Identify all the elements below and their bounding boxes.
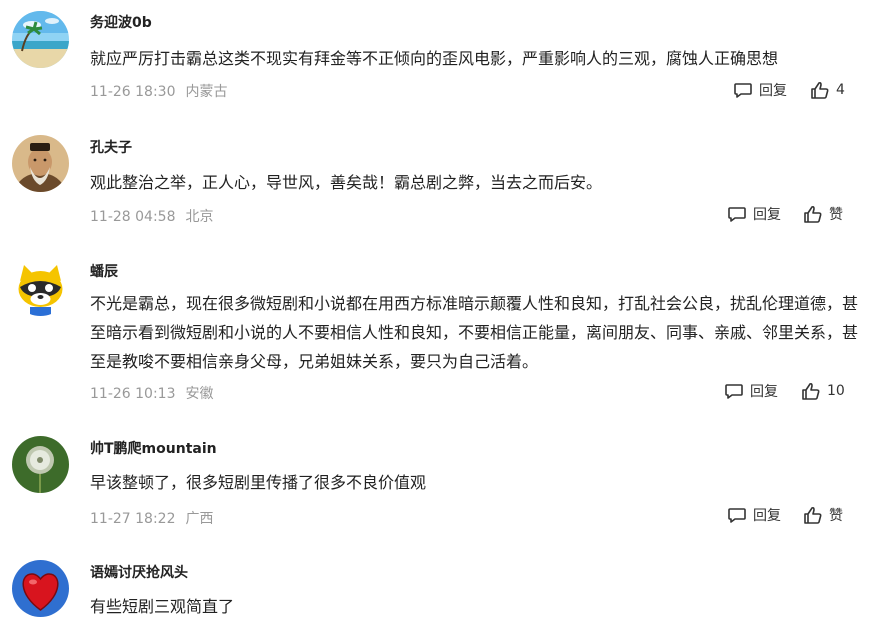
avatar[interactable] xyxy=(12,436,69,493)
comment-time: 11-26 10:13 xyxy=(90,386,176,402)
comment-location: 广西 xyxy=(185,511,214,527)
reply-label: 回复 xyxy=(759,83,787,99)
comment-bubble-icon xyxy=(725,384,743,399)
like-button[interactable]: 赞 xyxy=(803,505,843,525)
comment-time: 11-28 04:58 xyxy=(90,209,176,225)
confucius-avatar-icon xyxy=(12,135,69,192)
thumbs-up-icon xyxy=(802,382,820,400)
like-count: 10 xyxy=(827,383,845,399)
comment-bubble-icon xyxy=(728,207,746,222)
comment-location: 内蒙古 xyxy=(185,84,228,100)
reply-label: 回复 xyxy=(753,207,781,223)
username[interactable]: 语嫣讨厌抢风头 xyxy=(90,562,188,582)
username[interactable]: 孔夫子 xyxy=(90,137,132,157)
thumbs-up-icon xyxy=(804,205,822,223)
raccoon-avatar-icon xyxy=(12,259,69,316)
like-button[interactable]: 10 xyxy=(801,381,845,401)
like-label: 赞 xyxy=(829,508,843,524)
comment-time: 11-27 18:22 xyxy=(90,511,176,527)
comment-location: 安徽 xyxy=(185,386,214,402)
comment-bubble-icon xyxy=(728,508,746,523)
dandelion-avatar-icon xyxy=(12,436,69,493)
comment-text: 就应严厉打击霸总这类不现实有拜金等不正倾向的歪风电影，严重影响人的三观，腐蚀人正… xyxy=(90,49,779,68)
username[interactable]: 帅T鹏爬mountain xyxy=(90,438,217,458)
comment-text: 有些短剧三观简直了 xyxy=(90,597,235,616)
avatar[interactable] xyxy=(12,11,69,68)
comment-meta: 11-28 04:58 北京 xyxy=(90,206,213,226)
comment-meta: 11-26 10:13 安徽 xyxy=(90,383,213,403)
like-label: 赞 xyxy=(829,207,843,223)
username[interactable]: 蟠辰 xyxy=(90,261,118,281)
comment-text: 早该整顿了，很多短剧里传播了很多不良价值观 xyxy=(90,473,427,492)
reply-button[interactable]: 回复 xyxy=(727,505,781,525)
thumbs-up-icon xyxy=(804,506,822,524)
beach-avatar-icon xyxy=(12,11,69,68)
reply-label: 回复 xyxy=(753,508,781,524)
reply-button[interactable]: 回复 xyxy=(733,80,787,100)
reply-button[interactable]: 回复 xyxy=(724,381,778,401)
comment-text: 不光是霸总，现在很多微短剧和小说都在用西方标准暗示颠覆人性和良知，打乱社会公良，… xyxy=(90,294,859,371)
avatar[interactable] xyxy=(12,135,69,192)
comment-meta: 11-26 18:30 内蒙古 xyxy=(90,81,227,101)
comment-meta: 11-27 18:22 广西 xyxy=(90,508,213,528)
avatar[interactable] xyxy=(12,259,69,316)
thumbs-up-icon xyxy=(811,81,829,99)
comment-time: 11-26 18:30 xyxy=(90,84,176,100)
like-button[interactable]: 赞 xyxy=(803,204,843,224)
comment-bubble-icon xyxy=(734,83,752,98)
heart-avatar-icon xyxy=(12,560,69,617)
comment-text: 观此整治之举，正人心，导世风，善矣哉！霸总剧之弊，当去之而后安。 xyxy=(90,173,603,192)
username[interactable]: 务迎波0b xyxy=(90,12,152,32)
reply-label: 回复 xyxy=(750,384,778,400)
reply-button[interactable]: 回复 xyxy=(727,204,781,224)
avatar[interactable] xyxy=(12,560,69,617)
like-count: 4 xyxy=(836,82,845,98)
comment-location: 北京 xyxy=(185,209,214,225)
like-button[interactable]: 4 xyxy=(810,80,845,100)
